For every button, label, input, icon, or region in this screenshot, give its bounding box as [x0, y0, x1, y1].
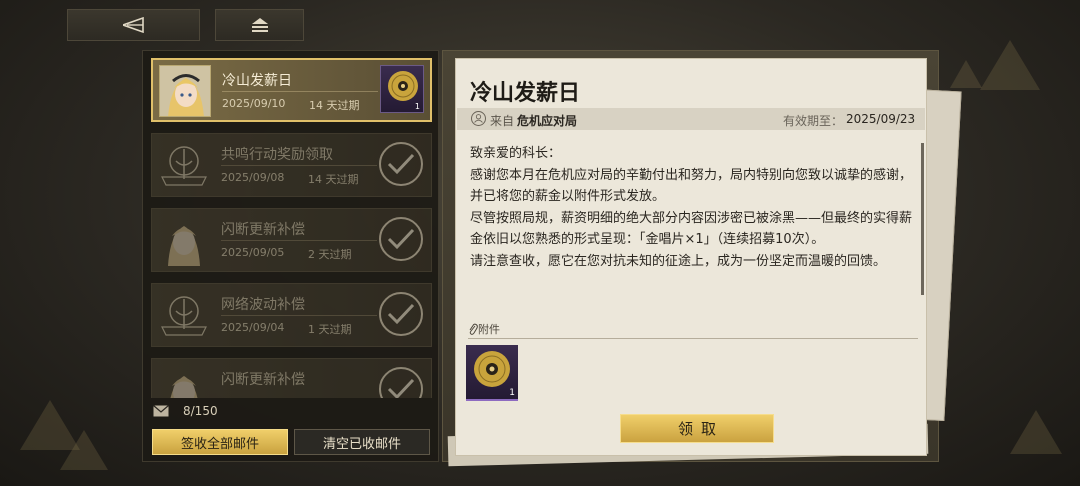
body-paragraph: 请注意查收，愿它在您对抗未知的征途上，成为一份坚定而温暖的回馈。	[470, 253, 887, 269]
check-icon	[387, 228, 415, 250]
mail-expiry: 2 天过期	[308, 248, 352, 261]
claimed-check	[379, 142, 423, 186]
home-menu-icon	[251, 18, 268, 32]
check-icon	[387, 378, 415, 398]
organization-emblem-icon	[161, 146, 207, 186]
attachment-item[interactable]: 1	[466, 345, 518, 401]
bg-triangle	[60, 430, 108, 470]
divider	[468, 338, 918, 339]
mail-count: 8/150	[183, 404, 218, 418]
mail-title: 闪断更新补偿	[221, 372, 305, 388]
reward-count: 1	[414, 102, 420, 111]
expiry-label: 有效期至：	[783, 114, 844, 128]
mail-expiry: 1 天过期	[308, 323, 352, 336]
scrollbar[interactable]	[921, 143, 924, 295]
divider	[221, 165, 377, 166]
mail-expiry: 14 天过期	[309, 99, 360, 112]
mail-item[interactable]: 网络波动补偿 2025/09/04 1 天过期	[151, 283, 432, 347]
attachment-count: 1	[509, 388, 515, 398]
bg-triangle	[950, 60, 982, 88]
back-arrow-icon	[122, 17, 144, 33]
portrait-blonde-girl-icon	[160, 66, 210, 116]
back-button[interactable]	[67, 9, 200, 41]
check-icon	[387, 153, 415, 175]
home-button[interactable]	[215, 9, 304, 41]
bg-triangle	[980, 40, 1040, 90]
mail-list-panel: 冷山发薪日 2025/09/10 14 天过期 1 共鸣行动奖励领取 2025/…	[142, 50, 439, 462]
bg-triangle	[1010, 410, 1062, 454]
body-paragraph: 致亲爱的科长：	[470, 146, 562, 161]
divider	[221, 315, 377, 316]
portrait-thumbnail	[158, 364, 210, 398]
mail-title: 网络波动补偿	[221, 297, 305, 313]
mail-date: 2025/09/10	[222, 97, 286, 110]
letter-body: 致亲爱的科长： 感谢您本月在危机应对局的辛勤付出和努力，局内特别向您致以诚挚的感…	[470, 143, 920, 272]
body-paragraph: 尽管按照局规，薪资明细的绝大部分内容因涉密已被涂黑——但最终的实得薪金依旧以您熟…	[470, 210, 913, 248]
portrait-thumbnail	[159, 65, 211, 117]
letter: 冷山发薪日 来自 危机应对局 有效期至： 2025/09/23 致亲爱的科长： …	[455, 58, 927, 456]
letter-title: 冷山发薪日	[470, 80, 581, 106]
mail-title: 闪断更新补偿	[221, 222, 305, 238]
envelope-icon	[153, 405, 169, 417]
claimed-check	[379, 367, 423, 398]
claimed-check	[379, 292, 423, 336]
claim-all-button[interactable]: 签收全部邮件	[152, 429, 288, 455]
mail-item[interactable]: 闪断更新补偿 2025/09/05 2 天过期	[151, 208, 432, 272]
mail-date: 2025/09/08	[221, 171, 285, 184]
claimed-check	[379, 217, 423, 261]
mail-item[interactable]: 冷山发薪日 2025/09/10 14 天过期 1	[151, 58, 432, 122]
mail-date: 2025/09/04	[221, 321, 285, 334]
letter-meta-bar: 来自 危机应对局 有效期至： 2025/09/23	[457, 108, 925, 130]
mail-expiry: 14 天过期	[308, 173, 359, 186]
body-paragraph: 感谢您本月在危机应对局的辛勤付出和努力，局内特别向您致以诚挚的感谢，并已将您的薪…	[470, 167, 913, 205]
reward-preview: 1	[380, 65, 424, 113]
mail-date: 2025/09/05	[221, 246, 285, 259]
mail-item[interactable]: 闪断更新补偿	[151, 358, 432, 398]
emblem-thumbnail	[158, 289, 210, 341]
attachment-header: 附件	[468, 321, 500, 337]
mail-title: 共鸣行动奖励领取	[221, 147, 333, 163]
divider	[221, 240, 377, 241]
sender-name: 危机应对局	[517, 114, 578, 128]
portrait-thumbnail	[158, 214, 210, 266]
portrait-blonde-girl-icon	[168, 226, 200, 266]
sender-icon	[471, 111, 486, 126]
mail-item[interactable]: 共鸣行动奖励领取 2025/09/08 14 天过期	[151, 133, 432, 197]
mail-list[interactable]: 冷山发薪日 2025/09/10 14 天过期 1 共鸣行动奖励领取 2025/…	[151, 58, 432, 398]
divider	[222, 91, 378, 92]
clear-read-button[interactable]: 清空已收邮件	[294, 429, 430, 455]
from-label: 来自	[490, 114, 515, 128]
organization-emblem-icon	[161, 296, 207, 336]
attachment-label: 附件	[478, 323, 500, 336]
portrait-blonde-girl-icon	[170, 376, 198, 398]
mail-count-row: 8/150	[153, 403, 218, 419]
emblem-thumbnail	[158, 139, 210, 191]
expiry-date: 2025/09/23	[846, 112, 916, 126]
paperclip-icon	[469, 323, 478, 335]
check-icon	[387, 303, 415, 325]
receive-button[interactable]: 领取	[620, 414, 774, 443]
mail-title: 冷山发薪日	[222, 73, 292, 89]
